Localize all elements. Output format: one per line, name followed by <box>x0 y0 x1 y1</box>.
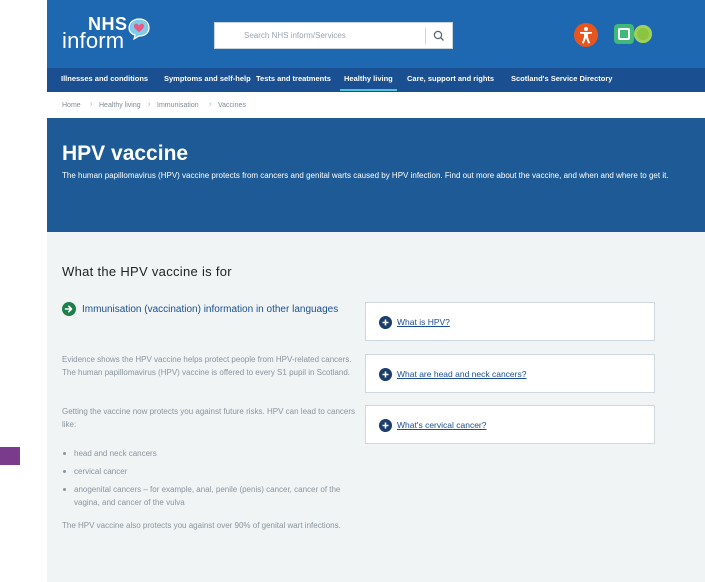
green-circle-icon[interactable] <box>634 25 652 43</box>
paragraph-evidence: Evidence shows the HPV vaccine helps pro… <box>62 355 352 377</box>
nav-healthy-living[interactable]: Healthy living <box>340 74 397 91</box>
nhs-inform-logo[interactable]: NHS inform <box>62 12 162 56</box>
paragraph-future-risks: Getting the vaccine now protects you aga… <box>62 407 356 429</box>
arrow-right-circle-icon <box>62 302 76 316</box>
search-icon[interactable] <box>432 29 446 43</box>
languages-link-text[interactable]: Immunisation (vaccination) information i… <box>82 302 342 317</box>
paragraph-genital-warts: The HPV vaccine also protects you agains… <box>62 521 341 530</box>
main-nav: Illnesses and conditions Symptoms and se… <box>47 68 705 92</box>
nav-illnesses-and-conditions[interactable]: Illnesses and conditions <box>61 74 148 83</box>
page-intro: The human papillomavirus (HPV) vaccine p… <box>62 171 669 180</box>
accordion-label[interactable]: What's cervical cancer? <box>397 420 487 430</box>
cancer-list: head and neck cancers cervical cancer an… <box>62 447 362 514</box>
speech-bubble-icon <box>128 18 150 40</box>
breadcrumb-healthy-living[interactable]: Healthy living <box>99 102 141 109</box>
page: NHS inform Search NHS inform/Services Il… <box>47 0 705 582</box>
accessibility-button[interactable] <box>574 23 598 47</box>
breadcrumb-separator: › <box>209 101 212 108</box>
search-input[interactable]: Search NHS inform/Services <box>244 31 346 40</box>
language-icon-inner <box>620 30 628 38</box>
plus-circle-icon <box>379 419 392 432</box>
list-item: cervical cancer <box>62 465 362 478</box>
nav-tests-and-treatments[interactable]: Tests and treatments <box>256 74 331 83</box>
breadcrumb-vaccines[interactable]: Vaccines <box>218 102 246 109</box>
accordion-label[interactable]: What is HPV? <box>397 317 450 327</box>
accordion-what-is-hpv[interactable]: What is HPV? <box>365 302 655 341</box>
page-hero: HPV vaccine The human papillomavirus (HP… <box>47 118 705 232</box>
side-tab <box>0 447 20 465</box>
nav-care-support-and-rights[interactable]: Care, support and rights <box>407 74 494 83</box>
search-bar[interactable]: Search NHS inform/Services <box>214 22 453 49</box>
breadcrumb: Home › Healthy living › Immunisation › V… <box>47 92 705 118</box>
list-item: anogenital cancers – for example, anal, … <box>62 483 362 509</box>
logo-inform-text: inform <box>62 28 125 53</box>
section-title: What the HPV vaccine is for <box>62 264 232 279</box>
nav-scotlands-service-directory[interactable]: Scotland's Service Directory <box>511 74 612 83</box>
breadcrumb-separator: › <box>148 101 151 108</box>
accordion-head-and-neck-cancers[interactable]: What are head and neck cancers? <box>365 354 655 393</box>
accessibility-icon <box>580 27 592 44</box>
language-button[interactable] <box>614 24 634 44</box>
breadcrumb-immunisation[interactable]: Immunisation <box>157 102 199 109</box>
breadcrumb-separator: › <box>90 101 93 108</box>
plus-circle-icon <box>379 368 392 381</box>
accordion-label[interactable]: What are head and neck cancers? <box>397 369 526 379</box>
plus-circle-icon <box>379 316 392 329</box>
page-title: HPV vaccine <box>62 142 189 165</box>
accordion-cervical-cancer[interactable]: What's cervical cancer? <box>365 405 655 444</box>
breadcrumb-home[interactable]: Home <box>62 102 81 109</box>
list-item: head and neck cancers <box>62 447 362 460</box>
site-header: NHS inform Search NHS inform/Services <box>47 0 705 68</box>
nav-symptoms-and-self-help[interactable]: Symptoms and self-help <box>164 74 251 83</box>
search-divider <box>425 28 426 44</box>
